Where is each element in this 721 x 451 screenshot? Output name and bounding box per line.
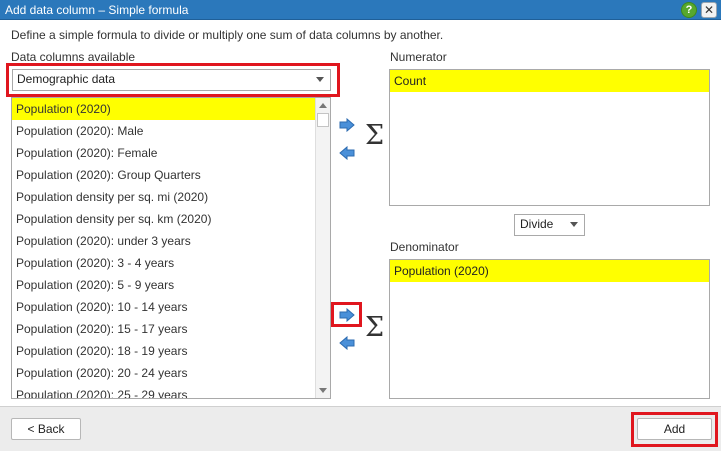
- list-item[interactable]: Population (2020): 25 - 29 years: [12, 384, 317, 398]
- chevron-down-icon: [570, 222, 578, 227]
- scroll-down-icon[interactable]: [319, 388, 327, 393]
- denominator-box[interactable]: Population (2020): [389, 259, 710, 399]
- left-arrow-icon[interactable]: [339, 336, 355, 350]
- available-columns-list[interactable]: Population (2020) Population (2020): Male…: [11, 97, 331, 399]
- close-icon[interactable]: ✕: [701, 2, 717, 18]
- highlight-box-category: [6, 63, 340, 97]
- denominator-label: Denominator: [390, 240, 459, 254]
- highlight-box-add-arrow: [331, 302, 362, 327]
- scroll-up-icon[interactable]: [319, 103, 327, 108]
- list-item[interactable]: Population (2020): 10 - 14 years: [12, 296, 317, 318]
- available-columns-items: Population (2020) Population (2020): Male…: [12, 98, 330, 398]
- dialog-title: Add data column – Simple formula: [5, 3, 189, 17]
- numerator-box[interactable]: Count: [389, 69, 710, 206]
- operator-value: Divide: [520, 217, 554, 231]
- numerator-label: Numerator: [390, 50, 447, 64]
- list-item[interactable]: Population (2020): [12, 98, 317, 120]
- available-columns-label: Data columns available: [11, 50, 136, 64]
- left-arrow-icon[interactable]: [339, 146, 355, 160]
- list-scrollbar[interactable]: [315, 98, 330, 398]
- dialog-footer: < Back Add: [0, 406, 721, 451]
- list-item[interactable]: Population density per sq. km (2020): [12, 208, 317, 230]
- list-item[interactable]: Population (2020): under 3 years: [12, 230, 317, 252]
- list-item[interactable]: Population (2020): 3 - 4 years: [12, 252, 317, 274]
- highlight-box-add-button: [631, 412, 718, 447]
- list-item[interactable]: Population (2020): Male: [12, 120, 317, 142]
- denominator-item[interactable]: Population (2020): [390, 260, 709, 282]
- operator-dropdown[interactable]: Divide: [514, 214, 585, 236]
- help-icon[interactable]: ?: [681, 2, 697, 18]
- list-item[interactable]: Population (2020): 15 - 17 years: [12, 318, 317, 340]
- scroll-thumb[interactable]: [317, 113, 329, 127]
- list-item[interactable]: Population (2020): Female: [12, 142, 317, 164]
- list-item[interactable]: Population (2020): 5 - 9 years: [12, 274, 317, 296]
- numerator-sigma-icon: Σ: [365, 120, 385, 151]
- list-item[interactable]: Population density per sq. mi (2020): [12, 186, 317, 208]
- right-arrow-icon[interactable]: [339, 118, 355, 132]
- back-button[interactable]: < Back: [11, 418, 81, 440]
- dialog-description: Define a simple formula to divide or mul…: [11, 28, 444, 42]
- denominator-sigma-icon: Σ: [365, 312, 385, 343]
- list-item[interactable]: Population (2020): 20 - 24 years: [12, 362, 317, 384]
- list-item[interactable]: Population (2020): 18 - 19 years: [12, 340, 317, 362]
- list-item[interactable]: Population (2020): Group Quarters: [12, 164, 317, 186]
- dialog-title-bar: Add data column – Simple formula ? ✕: [0, 0, 721, 20]
- numerator-item[interactable]: Count: [390, 70, 709, 92]
